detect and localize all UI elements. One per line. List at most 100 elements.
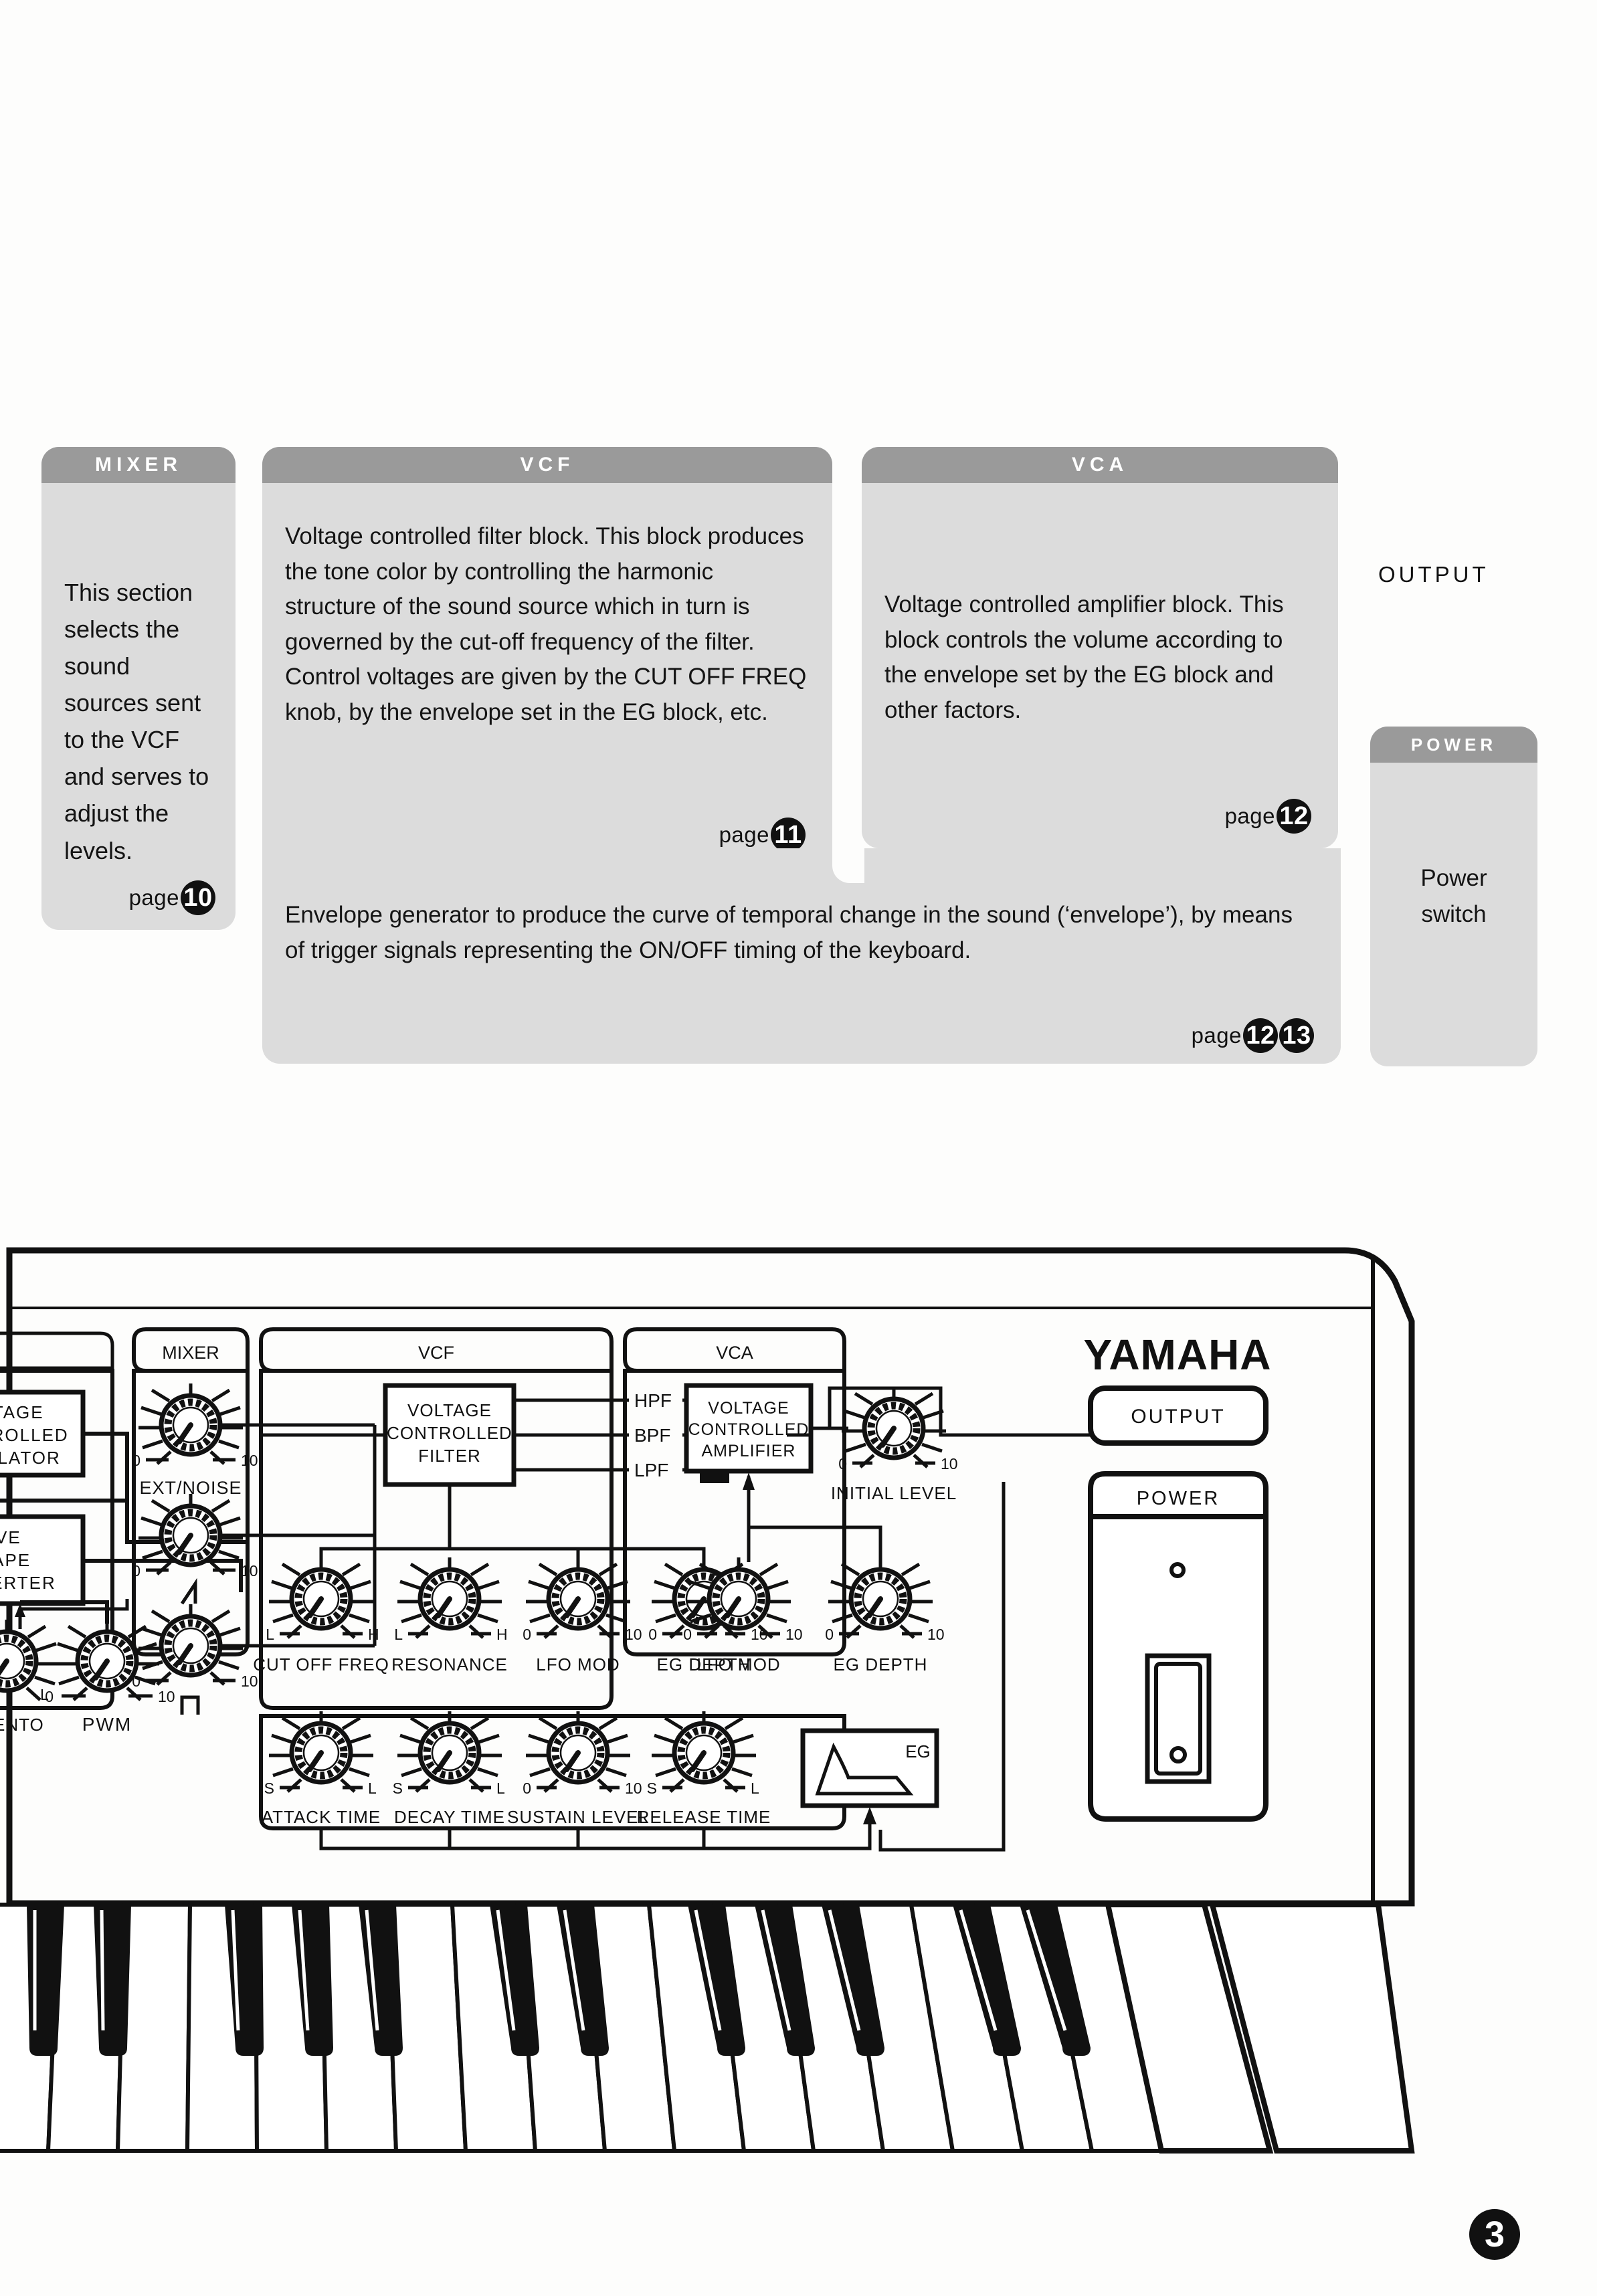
power-section-label: POWER (1137, 1488, 1220, 1509)
knob-square-max: 10 (241, 1672, 258, 1690)
callout-vcf-pageref: page 11 (719, 818, 806, 852)
knob-attack-time[interactable] (269, 1711, 373, 1792)
knob-vcf-lfo-min: 0 (523, 1626, 531, 1643)
callout-vcf-header: VCF (262, 447, 832, 483)
power-switch-rocker[interactable] (1154, 1662, 1202, 1776)
vco-block-line3: CILLATOR (0, 1448, 61, 1468)
knob-pwm-label: PWM (82, 1714, 132, 1735)
panel-section-vcf-label: VCF (418, 1343, 454, 1363)
page-label: page (128, 885, 179, 910)
knob-release-label: RELEASE TIME (637, 1807, 771, 1827)
callout-vca-header: VCA (862, 447, 1338, 483)
knob-release-max: L (751, 1780, 759, 1797)
wsc-line3: NVERTER (0, 1573, 56, 1593)
knob-vca-lfo-max: 10 (785, 1626, 803, 1643)
synth-panel-diagram: MIXER VCF VCA OLTAGE NTROLLED CILLATOR W… (0, 1228, 1499, 2178)
output-button-label: OUTPUT (1131, 1406, 1225, 1428)
knob-sustain-min: 0 (523, 1780, 531, 1797)
knob-sawtooth-max: 10 (241, 1562, 258, 1580)
knob-pwm-max: 10 (158, 1688, 175, 1705)
knob-resonance-max: H (496, 1626, 508, 1643)
knob-vcf-egdepth-min: 0 (648, 1626, 657, 1643)
knob-cutoff-max: H (368, 1626, 379, 1643)
knob-sawtooth-min: 0 (132, 1562, 140, 1580)
callout-vca: VCA Voltage controlled amplifier block. … (862, 447, 1338, 848)
knob-sustain-level[interactable] (526, 1711, 630, 1792)
wsc-line1: WAVE (0, 1527, 21, 1547)
callout-mixer-text: This section selects the sound sources s… (64, 579, 209, 864)
square-wave-icon (180, 1695, 200, 1715)
page-label: page (719, 822, 769, 847)
vcf-block-line3: FILTER (418, 1446, 481, 1466)
callout-mixer-header: MIXER (41, 447, 236, 483)
vco-block-line2: NTROLLED (0, 1425, 69, 1445)
knob-decay-time[interactable] (397, 1711, 502, 1792)
eg-box-label: EG (905, 1741, 931, 1761)
knob-initial-level-label: INITIAL LEVEL (831, 1483, 957, 1503)
filter-mode-hpf: HPF (634, 1390, 672, 1411)
knob-vca-lfo-min: 0 (683, 1626, 692, 1643)
callout-eg-text: Envelope generator to produce the curve … (285, 902, 1293, 963)
page-badge: 12 (1277, 799, 1311, 834)
knob-vca-lfo-label: LFO MOD (696, 1654, 780, 1675)
panel-section-mixer-label: MIXER (162, 1343, 219, 1363)
filter-mode-lpf: LPF (634, 1460, 668, 1480)
knob-vca-egdepth-label: EG DEPTH (834, 1654, 928, 1675)
knob-resonance-min: L (394, 1626, 403, 1643)
vcf-block-line1: VOLTAGE (407, 1400, 492, 1420)
knob-initial-level-min: 0 (838, 1455, 847, 1472)
knob-vca-egdepth-max: 10 (927, 1626, 945, 1643)
knob-initial-level[interactable] (842, 1387, 946, 1467)
knob-square-min: 0 (132, 1672, 140, 1690)
vco-block-line1: OLTAGE (0, 1402, 44, 1422)
page-label: page (1191, 1023, 1242, 1048)
panel-section-vca-label: VCA (716, 1343, 753, 1363)
page-badge: 12 (1243, 1018, 1278, 1053)
knob-decay-label: DECAY TIME (394, 1807, 505, 1827)
knob-cut-off-freq[interactable] (269, 1557, 373, 1638)
callout-vca-body: Voltage controlled amplifier block. This… (862, 587, 1338, 728)
knob-attack-label: ATTACK TIME (262, 1807, 381, 1827)
page-number-badge: 3 (1469, 2209, 1520, 2260)
knob-ext-noise-max: 10 (241, 1452, 258, 1469)
sawtooth-wave-icon (180, 1577, 197, 1605)
knob-vcf-lfo-mod[interactable] (526, 1557, 630, 1638)
callout-vcf-text: Voltage controlled filter block. This bl… (285, 523, 807, 725)
knob-attack-min: S (264, 1780, 274, 1797)
page-badge-secondary: 13 (1279, 1018, 1314, 1053)
callout-mixer-pageref: page 10 (129, 880, 215, 915)
knob-portamento-label: ENTO (0, 1715, 44, 1735)
page-badge: 11 (771, 818, 806, 852)
callout-power-body: Power switch (1370, 860, 1537, 933)
vcf-block-line2: CONTROLLED (387, 1423, 512, 1443)
callout-mixer: MIXER This section selects the sound sou… (41, 447, 236, 930)
callout-vcf: VCF Voltage controlled filter block. Thi… (262, 447, 832, 862)
knob-pwm-min: 0 (45, 1688, 54, 1705)
knob-resonance[interactable] (397, 1557, 502, 1638)
callout-mixer-body: This section selects the sound sources s… (41, 574, 236, 869)
knob-cutoff-label: CUT OFF FREQ (253, 1654, 389, 1675)
output-label: OUTPUT (1378, 562, 1489, 587)
filter-mode-bpf: BPF (634, 1425, 670, 1446)
callout-power-text: Power switch (1420, 865, 1487, 928)
knob-vca-egdepth-min: 0 (825, 1626, 834, 1643)
knob-release-min: S (647, 1780, 657, 1797)
knob-ext-noise-min: 0 (132, 1452, 140, 1469)
callout-eg-pageref: page 12 13 (1192, 1018, 1314, 1053)
callout-gap (832, 447, 862, 848)
knob-attack-max: L (368, 1780, 377, 1797)
knob-sustain-label: SUSTAIN LEVEL (507, 1807, 649, 1827)
knob-release-time[interactable] (652, 1711, 756, 1792)
callout-notch (832, 848, 864, 883)
callout-eg: Envelope generator to produce the curve … (262, 848, 1341, 1064)
yamaha-logo: YAMAHA (1084, 1331, 1272, 1379)
knob-pwm[interactable] (55, 1620, 159, 1700)
wsc-line2: SHAPE (0, 1550, 31, 1570)
vca-block-line1: VOLTAGE (708, 1399, 789, 1418)
knob-vcf-lfo-label: LFO MOD (536, 1654, 620, 1675)
page-label: page (1224, 803, 1275, 828)
callout-power: POWER Power switch (1370, 727, 1537, 1066)
callout-power-header: POWER (1370, 727, 1537, 763)
callout-eg-body: Envelope generator to produce the curve … (262, 898, 1341, 968)
manual-page: MIXER This section selects the sound sou… (0, 0, 1597, 2296)
